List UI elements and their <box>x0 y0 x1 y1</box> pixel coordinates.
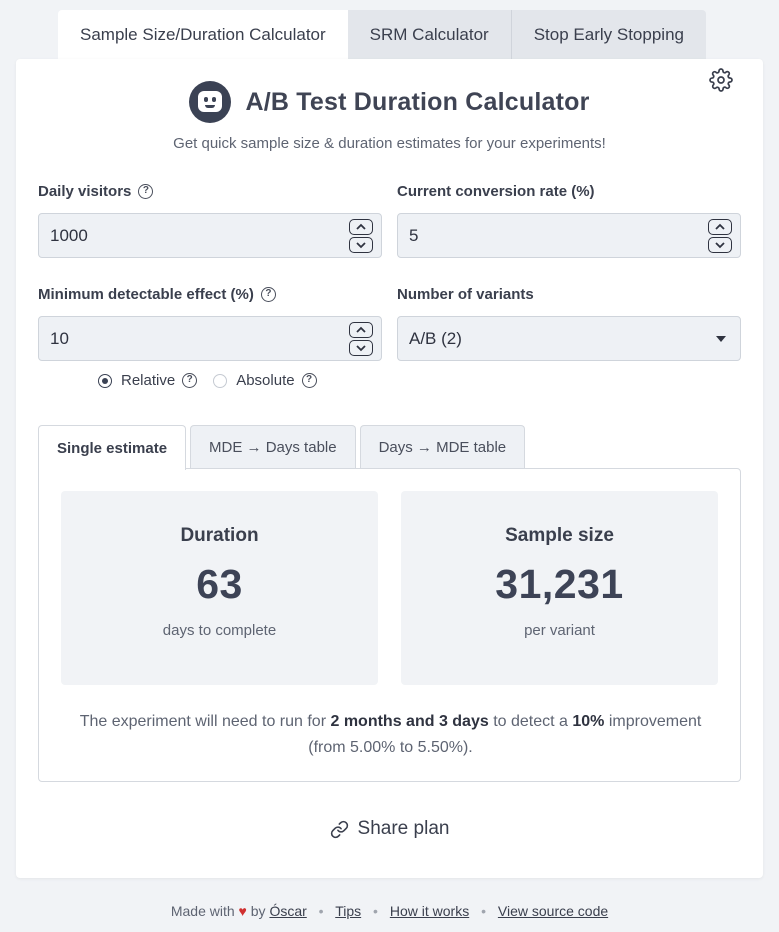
robot-face-icon <box>189 81 232 123</box>
calculator-card: A/B Test Duration Calculator Get quick s… <box>16 59 763 878</box>
author-link[interactable]: Óscar <box>269 903 306 919</box>
tab-sample-size-calculator[interactable]: Sample Size/Duration Calculator <box>58 10 348 59</box>
gear-icon[interactable] <box>709 68 733 92</box>
tab-days-mde-table[interactable]: Days → MDE table <box>359 425 526 469</box>
relative-radio[interactable] <box>98 373 112 388</box>
daily-visitors-label: Daily visitors ? <box>38 183 154 200</box>
mde-type-radio-group: Relative ? Absolute ? <box>98 372 333 389</box>
page-subtitle: Get quick sample size & duration estimat… <box>173 135 606 152</box>
link-icon <box>330 820 348 838</box>
result-summary: The experiment will need to run for 2 mo… <box>79 713 702 756</box>
decrement-button[interactable] <box>708 237 732 253</box>
decrement-button[interactable] <box>349 237 373 253</box>
increment-button[interactable] <box>349 322 373 338</box>
tab-mde-days-table[interactable]: MDE → Days table <box>190 425 356 469</box>
footer: Made with ♥ by Óscar • Tips • How it wor… <box>170 903 609 919</box>
mde-label: Minimum detectable effect (%) ? <box>38 286 276 303</box>
duration-unit: days to complete <box>162 622 277 639</box>
help-icon[interactable]: ? <box>301 373 317 388</box>
relative-radio-option[interactable]: Relative ? <box>98 372 198 389</box>
increment-button[interactable] <box>349 219 373 235</box>
sample-size-value: 31,231 <box>495 561 624 607</box>
result-tab-bar: Single estimate MDE → Days table Days → … <box>38 425 529 470</box>
heart-icon: ♥ <box>238 903 247 919</box>
view-source-link[interactable]: View source code <box>498 903 608 919</box>
mde-stepper <box>349 322 373 356</box>
sample-size-title: Sample size <box>505 525 614 546</box>
sample-size-unit: per variant <box>524 622 595 639</box>
duration-card: Duration 63 days to complete <box>61 491 378 685</box>
duration-title: Duration <box>180 525 259 546</box>
variants-label: Number of variants <box>397 286 534 303</box>
help-icon[interactable]: ? <box>260 287 276 302</box>
top-tab-bar: Sample Size/Duration Calculator SRM Calc… <box>58 10 706 59</box>
help-icon[interactable]: ? <box>182 373 198 388</box>
conversion-rate-input[interactable]: 5 <box>397 213 741 258</box>
absolute-radio-option[interactable]: Absolute ? <box>213 372 317 389</box>
mde-input[interactable]: 10 <box>38 316 382 361</box>
help-icon[interactable]: ? <box>138 184 154 199</box>
tab-stop-early-stopping[interactable]: Stop Early Stopping <box>511 10 706 59</box>
conversion-rate-label: Current conversion rate (%) <box>397 183 595 200</box>
conversion-rate-stepper <box>708 219 732 253</box>
how-it-works-link[interactable]: How it works <box>390 903 469 919</box>
header: A/B Test Duration Calculator <box>16 81 763 123</box>
decrement-button[interactable] <box>349 340 373 356</box>
absolute-radio[interactable] <box>213 373 228 388</box>
duration-value: 63 <box>196 561 243 607</box>
tab-single-estimate[interactable]: Single estimate <box>38 425 187 470</box>
sample-size-card: Sample size 31,231 per variant <box>401 491 718 685</box>
daily-visitors-input[interactable]: 1000 <box>38 213 382 258</box>
tips-link[interactable]: Tips <box>335 903 361 919</box>
increment-button[interactable] <box>708 219 732 235</box>
share-plan-button[interactable]: Share plan <box>16 818 763 840</box>
results-panel: Duration 63 days to complete Sample size… <box>38 468 741 782</box>
tab-srm-calculator[interactable]: SRM Calculator <box>347 10 512 59</box>
daily-visitors-stepper <box>349 219 373 253</box>
chevron-down-icon <box>716 336 726 342</box>
page-title: A/B Test Duration Calculator <box>245 87 590 116</box>
variants-select[interactable]: A/B (2) <box>397 316 741 361</box>
